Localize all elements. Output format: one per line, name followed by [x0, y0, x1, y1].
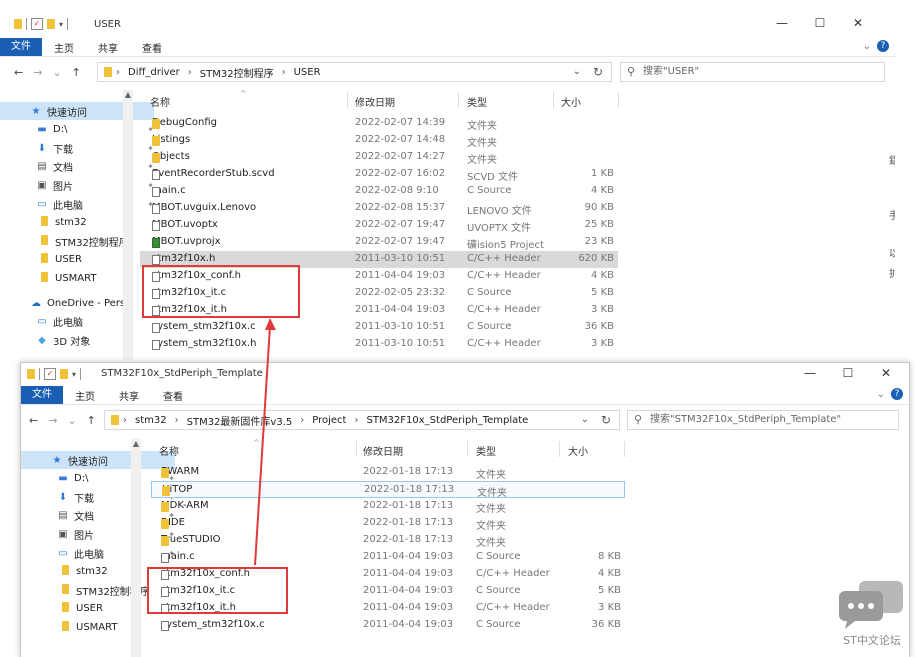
watermark-text: ST中文论坛	[843, 634, 901, 647]
connector-arrow	[254, 318, 276, 566]
chat-bubble-icon	[839, 581, 903, 629]
watermark: ST中文论坛	[835, 577, 909, 648]
